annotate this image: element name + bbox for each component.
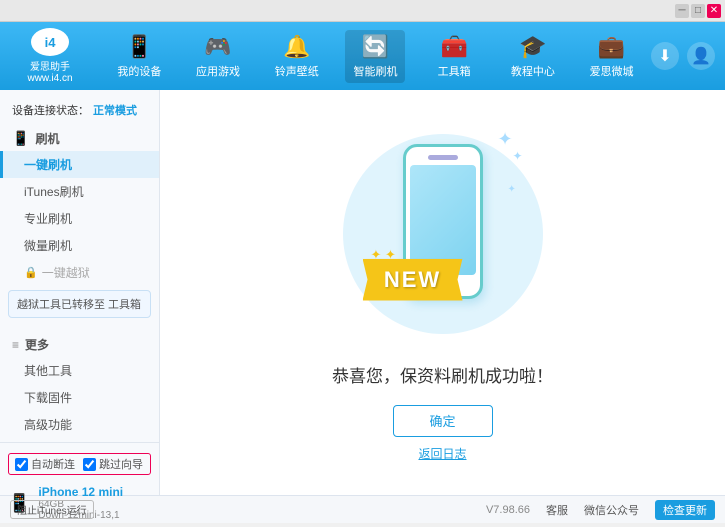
nav-ringtones-label: 铃声壁纸 — [275, 63, 319, 79]
jailbreak-label: 一键越狱 — [42, 264, 90, 281]
logo-text: 爱思助手 — [30, 58, 70, 73]
back-home-link[interactable]: 返回日志 — [418, 445, 466, 462]
status-bar: 设备连接状态： 正常模式 — [0, 98, 159, 126]
nav-apps-label: 应用游戏 — [196, 63, 240, 79]
lock-icon: 🔒 — [24, 266, 38, 279]
new-label: NEW — [384, 267, 441, 293]
auto-connect-checkbox[interactable] — [15, 458, 28, 471]
nav-smart-flash-label: 智能刷机 — [353, 63, 397, 79]
close-button[interactable]: ✕ — [707, 4, 721, 18]
toolbox-icon: 🧰 — [440, 34, 467, 60]
skip-wizard-checkbox-label[interactable]: 跳过向导 — [83, 456, 143, 472]
more-icon: ≡ — [12, 338, 19, 352]
sidebar-item-other-tools[interactable]: 其他工具 — [0, 357, 159, 384]
nav-tutorial[interactable]: 🎓 教程中心 — [503, 30, 563, 83]
version-label: V7.98.66 — [486, 504, 530, 516]
sidebar-item-advanced[interactable]: 高级功能 — [0, 411, 159, 438]
tutorial-icon: 🎓 — [519, 34, 546, 60]
nav-my-device-label: 我的设备 — [117, 63, 161, 79]
header-actions: ⬇ 👤 — [651, 42, 715, 70]
user-button[interactable]: 👤 — [687, 42, 715, 70]
sidebar-item-wipe-flash[interactable]: 微量刷机 — [0, 232, 159, 259]
shop-icon: 💼 — [598, 34, 625, 60]
phone-illustration: ✦ ✦ ✦ ✦ ✦ NEW — [343, 124, 543, 344]
wechat-link[interactable]: 微信公众号 — [584, 502, 639, 518]
nav-micro-shop-label: 爱思微城 — [590, 63, 634, 79]
header: i4 爱思助手 www.i4.cn 📱 我的设备 🎮 应用游戏 🔔 铃声壁纸 🔄… — [0, 22, 725, 90]
main-area: 设备连接状态： 正常模式 📱 刷机 一键刷机 iTunes刷机 专业刷机 微量刷… — [0, 90, 725, 495]
title-bar: ─ □ ✕ — [0, 0, 725, 22]
success-message: 恭喜您，保资料刷机成功啦！ — [332, 362, 553, 387]
wipe-flash-label: 微量刷机 — [24, 239, 72, 253]
user-icon: 👤 — [691, 46, 711, 66]
ribbon: NEW — [363, 259, 463, 301]
checkbox-group: 自动断连 跳过向导 — [8, 453, 151, 475]
ringtones-icon: 🔔 — [283, 34, 310, 60]
nav-my-device[interactable]: 📱 我的设备 — [109, 30, 169, 83]
bottom-right: V7.98.66 客服 微信公众号 检查更新 — [486, 500, 715, 520]
sparkle-2: ✦ — [513, 149, 523, 163]
other-tools-label: 其他工具 — [24, 364, 72, 378]
nav-toolbox[interactable]: 🧰 工具箱 — [424, 30, 484, 83]
itunes-button[interactable]: 阻止iTunes运行 — [10, 500, 94, 519]
download-firmware-label: 下载固件 — [24, 391, 72, 405]
logo-icon: i4 — [31, 28, 69, 56]
logo-sub: www.i4.cn — [27, 73, 72, 84]
download-button[interactable]: ⬇ — [651, 42, 679, 70]
new-badge: ✦ ✦ NEW — [363, 259, 463, 314]
itunes-flash-label: iTunes刷机 — [24, 185, 84, 199]
nav-ringtones[interactable]: 🔔 铃声壁纸 — [267, 30, 327, 83]
nav-bar: 📱 我的设备 🎮 应用游戏 🔔 铃声壁纸 🔄 智能刷机 🧰 工具箱 🎓 教程中心… — [100, 30, 651, 83]
flash-section-icon: 📱 — [12, 130, 29, 147]
one-click-flash-label: 一键刷机 — [24, 158, 72, 172]
service-link[interactable]: 客服 — [546, 502, 568, 518]
sidebar-footer-divider — [0, 442, 159, 443]
sidebar-item-jailbreak-locked: 🔒 一键越狱 — [0, 259, 159, 286]
pro-flash-label: 专业刷机 — [24, 212, 72, 226]
sparkle-1: ✦ — [498, 129, 513, 150]
nav-apps-games[interactable]: 🎮 应用游戏 — [188, 30, 248, 83]
nav-tutorial-label: 教程中心 — [511, 63, 555, 79]
sidebar-section-more: ≡ 更多 — [0, 330, 159, 357]
device-icon: 📱 — [126, 34, 153, 60]
apps-icon: 🎮 — [204, 34, 231, 60]
skip-wizard-label: 跳过向导 — [99, 456, 143, 472]
sidebar: 设备连接状态： 正常模式 📱 刷机 一键刷机 iTunes刷机 专业刷机 微量刷… — [0, 90, 160, 495]
sidebar-item-pro-flash[interactable]: 专业刷机 — [0, 205, 159, 232]
sidebar-item-one-click-flash[interactable]: 一键刷机 — [0, 151, 159, 178]
flash-section-label: 刷机 — [35, 130, 59, 147]
maximize-button[interactable]: □ — [691, 4, 705, 18]
device-name: iPhone 12 mini — [38, 485, 123, 499]
flash-icon: 🔄 — [362, 34, 389, 60]
status-value: 正常模式 — [93, 102, 137, 118]
status-label: 设备连接状态： — [12, 102, 89, 118]
update-button[interactable]: 检查更新 — [655, 500, 715, 520]
nav-micro-shop[interactable]: 💼 爱思微城 — [582, 30, 642, 83]
skip-wizard-checkbox[interactable] — [83, 458, 96, 471]
sidebar-section-flash: 📱 刷机 — [0, 126, 159, 151]
content-area: ✦ ✦ ✦ ✦ ✦ NEW 恭喜您，保资料刷机成功啦！ 确定 — [160, 90, 725, 495]
sidebar-item-itunes-flash[interactable]: iTunes刷机 — [0, 178, 159, 205]
advanced-label: 高级功能 — [24, 418, 72, 432]
sidebar-notice: 越狱工具已转移至 工具箱 — [8, 290, 151, 318]
auto-connect-checkbox-label[interactable]: 自动断连 — [15, 456, 75, 472]
sparkle-3: ✦ — [508, 184, 516, 195]
confirm-button[interactable]: 确定 — [393, 405, 493, 437]
nav-toolbox-label: 工具箱 — [438, 63, 471, 79]
download-icon: ⬇ — [658, 46, 671, 66]
sidebar-item-download-firmware[interactable]: 下载固件 — [0, 384, 159, 411]
minimize-button[interactable]: ─ — [675, 4, 689, 18]
nav-smart-flash[interactable]: 🔄 智能刷机 — [345, 30, 405, 83]
logo[interactable]: i4 爱思助手 www.i4.cn — [10, 28, 90, 84]
auto-connect-label: 自动断连 — [31, 456, 75, 472]
more-section-label: 更多 — [25, 336, 49, 353]
notice-text: 越狱工具已转移至 工具箱 — [17, 299, 141, 311]
